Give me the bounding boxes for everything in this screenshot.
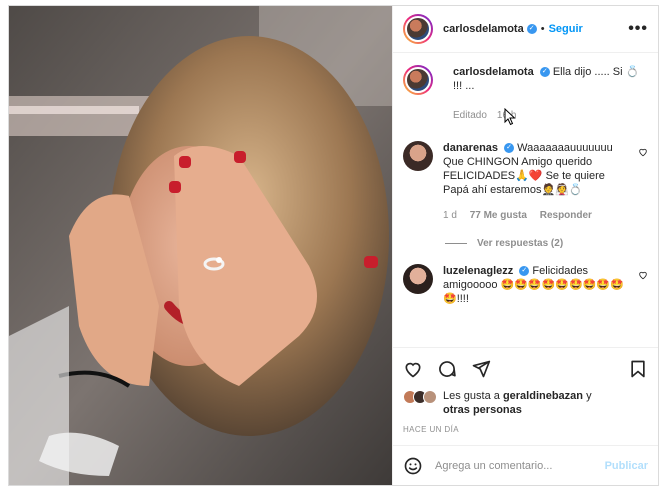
comment-username[interactable]: luzelenaglezz [443,265,513,277]
share-icon[interactable] [471,359,491,379]
save-bookmark-icon[interactable] [628,359,648,379]
comment-username[interactable]: danarenas [443,142,498,154]
more-options-icon[interactable]: ••• [628,20,648,38]
reply-button[interactable]: Responder [540,210,592,221]
commenter-avatar[interactable] [403,264,433,294]
add-comment-bar: Agrega un comentario... Publicar [393,445,658,485]
caption-username[interactable]: carlosdelamota [453,66,534,78]
caption-avatar[interactable] [403,65,433,95]
mouse-cursor-icon [504,108,516,126]
comments-section[interactable]: carlosdelamota ✓ Ella dijo ..... Si 💍 !!… [393,53,658,347]
comment-input[interactable]: Agrega un comentario... [435,460,605,472]
liker-username[interactable]: geraldinebazan [503,390,583,402]
like-heart-icon[interactable] [403,359,423,379]
comment-icon[interactable] [437,359,457,379]
other-likers-link[interactable]: otras personas [443,404,522,416]
likes-summary[interactable]: Les gusta a geraldinebazan y otras perso… [393,389,658,423]
verified-badge-icon: ✓ [526,24,537,34]
likes-suffix: y [583,390,592,402]
commenter-avatar[interactable] [403,141,433,171]
emoji-icon[interactable] [403,456,423,476]
post-image [9,6,392,485]
post-modal: carlosdelamota ✓ • Seguir ••• carlosdela… [8,5,659,486]
view-replies-label: Ver respuestas (2) [477,238,564,249]
verified-badge-icon: ✓ [504,143,515,154]
separator-dot: • [540,23,545,35]
edited-label: Editado [453,110,487,121]
comment-like-heart-icon[interactable] [638,270,648,280]
likers-avatars [403,390,437,404]
follow-button[interactable]: Seguir [549,23,583,35]
comment-item: luzelenaglezz ✓ Felicidades amigooooo 🤩🤩… [403,264,648,306]
verified-badge-icon: ✓ [539,67,550,78]
comment-time[interactable]: 1 d [443,210,457,221]
view-replies-button[interactable]: Ver respuestas (2) [445,238,648,249]
post-photo[interactable] [9,6,392,485]
post-timestamp[interactable]: HACE UN DÍA [393,423,658,445]
post-side-panel: carlosdelamota ✓ • Seguir ••• carlosdela… [392,6,658,485]
author-avatar[interactable] [403,14,433,44]
comment-like-heart-icon[interactable] [638,147,648,157]
caption: carlosdelamota ✓ Ella dijo ..... Si 💍 !!… [403,65,648,123]
publish-button[interactable]: Publicar [605,460,648,472]
post-actions [393,347,658,389]
post-header: carlosdelamota ✓ • Seguir ••• [393,6,658,53]
author-username[interactable]: carlosdelamota [443,23,524,35]
likes-prefix: Les gusta a [443,390,503,402]
replies-line [445,243,467,244]
comment-likes[interactable]: 77 Me gusta [470,210,527,221]
verified-badge-icon: ✓ [519,266,530,277]
comment-item: danarenas ✓ Waaaaaaauuuuuuu Que CHINGON … [403,141,648,223]
